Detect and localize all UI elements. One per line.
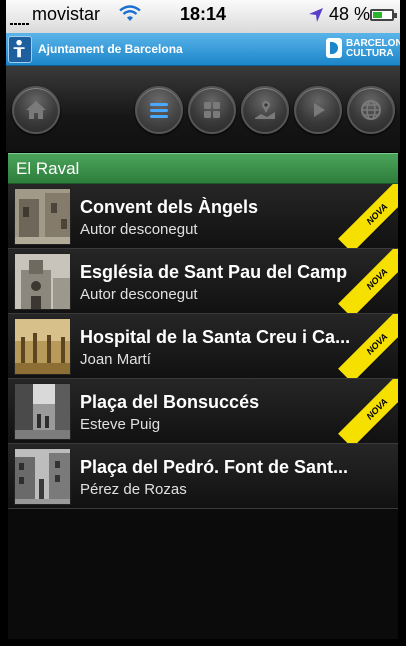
header-title: Ajuntament de Barcelona	[38, 42, 183, 56]
app-header: Ajuntament de Barcelona BARCELONA CULTUR…	[6, 33, 400, 66]
list-icon	[150, 103, 168, 118]
item-title: Plaça del Bonsuccés	[80, 392, 260, 412]
thumbnail-image	[14, 383, 71, 440]
item-title: Convent dels Àngels	[80, 197, 259, 217]
item-author: Autor desconegut	[80, 221, 198, 238]
wifi-icon	[119, 5, 141, 21]
thumbnail-image	[14, 253, 71, 310]
item-author: Joan Martí	[80, 351, 151, 368]
globe-button[interactable]	[347, 86, 395, 134]
play-icon	[314, 103, 325, 117]
battery-icon	[370, 9, 397, 21]
item-title: Església de Sant Pau del Camp	[80, 262, 348, 282]
places-list: Convent dels Àngels Autor desconegut NOV…	[8, 184, 398, 509]
home-button[interactable]	[12, 86, 60, 134]
play-button[interactable]	[294, 86, 342, 134]
grid-view-button[interactable]	[188, 86, 236, 134]
section-header: El Raval	[8, 153, 398, 184]
globe-icon	[361, 100, 381, 120]
item-title: Plaça del Pedró. Font de Sant...	[80, 457, 349, 477]
list-item[interactable]: Plaça del Bonsuccés Esteve Puig NOVA	[8, 379, 398, 444]
toolbar	[6, 66, 400, 152]
barcelona-cultura-logo	[326, 38, 342, 58]
barcelona-shield-icon	[8, 36, 32, 63]
list-item[interactable]: Hospital de la Santa Creu i Ca... Joan M…	[8, 314, 398, 379]
location-arrow-icon	[309, 8, 323, 22]
list-item[interactable]: Convent dels Àngels Autor desconegut NOV…	[8, 184, 398, 249]
thumbnail-image	[14, 188, 71, 245]
status-bar: movistar 18:14 48 %	[6, 0, 400, 33]
item-author: Pérez de Rozas	[80, 481, 187, 498]
list-view-button[interactable]	[135, 86, 183, 134]
thumbnail-image	[14, 318, 71, 375]
clock: 18:14	[180, 4, 227, 24]
map-view-button[interactable]	[241, 86, 289, 134]
culture-line-2: CULTURA	[346, 48, 394, 59]
home-icon	[26, 101, 46, 119]
barcelona-cultura-text: BARCELONA CULTURA	[346, 39, 400, 59]
grid-icon	[204, 102, 220, 118]
list-item[interactable]: Església de Sant Pau del Camp Autor desc…	[8, 249, 398, 314]
item-author: Esteve Puig	[80, 416, 161, 433]
battery-percent: 48 %	[329, 4, 371, 24]
empty-list-area	[8, 509, 398, 639]
section-title: El Raval	[16, 159, 80, 178]
item-author: Autor desconegut	[80, 286, 198, 303]
thumbnail-image	[14, 448, 71, 505]
list-item[interactable]: Plaça del Pedró. Font de Sant... Pérez d…	[8, 444, 398, 509]
map-icon	[255, 101, 275, 119]
carrier-name: movistar	[32, 4, 101, 24]
app-screen: movistar 18:14 48 % Ajuntament de Barcel…	[6, 0, 400, 646]
item-title: Hospital de la Santa Creu i Ca...	[80, 327, 351, 347]
signal-strength-icon	[10, 19, 32, 25]
